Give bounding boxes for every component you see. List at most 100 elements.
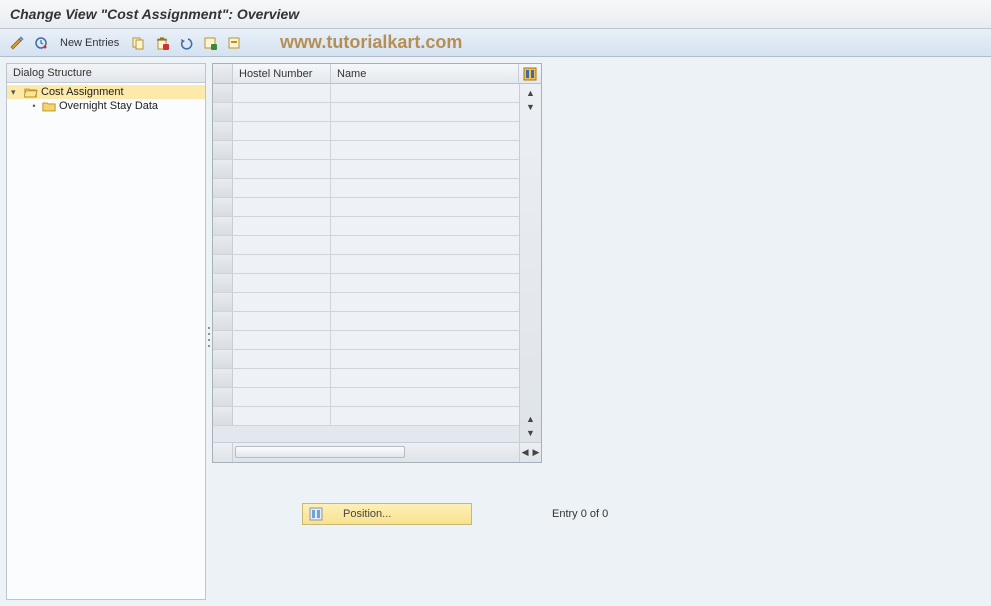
entry-status: Entry 0 of 0	[552, 508, 608, 520]
table-row[interactable]	[213, 274, 519, 293]
row-selector[interactable]	[213, 217, 233, 235]
table-row[interactable]	[213, 312, 519, 331]
cell-name[interactable]	[331, 103, 519, 121]
row-selector[interactable]	[213, 369, 233, 387]
table-row[interactable]	[213, 331, 519, 350]
table-row[interactable]	[213, 236, 519, 255]
row-selector[interactable]	[213, 122, 233, 140]
deselect-all-icon[interactable]	[225, 34, 243, 52]
expand-collapse-icon[interactable]: ▾	[11, 87, 21, 98]
tree-item-cost-assignment[interactable]: ▾ Cost Assignment	[7, 85, 205, 99]
cell-name[interactable]	[331, 388, 519, 406]
cell-name[interactable]	[331, 217, 519, 235]
tree-item-label: Cost Assignment	[41, 86, 124, 98]
cell-name[interactable]	[331, 141, 519, 159]
cell-hostel-number[interactable]	[233, 369, 331, 387]
hscroll-thumb[interactable]	[235, 446, 405, 458]
copy-icon[interactable]	[129, 34, 147, 52]
cell-hostel-number[interactable]	[233, 179, 331, 197]
row-selector[interactable]	[213, 331, 233, 349]
row-selector[interactable]	[213, 236, 233, 254]
cell-name[interactable]	[331, 160, 519, 178]
cell-hostel-number[interactable]	[233, 141, 331, 159]
horizontal-scrollbar[interactable]: ◀ ▶	[213, 442, 541, 462]
table-row[interactable]	[213, 293, 519, 312]
scroll-up2-icon[interactable]: ▲	[524, 412, 538, 426]
cell-name[interactable]	[331, 407, 519, 425]
table-row[interactable]	[213, 122, 519, 141]
table-row[interactable]	[213, 350, 519, 369]
cell-hostel-number[interactable]	[233, 388, 331, 406]
table-row[interactable]	[213, 255, 519, 274]
scroll-left-icon[interactable]: ◀	[520, 447, 531, 458]
table-row[interactable]	[213, 407, 519, 426]
cell-name[interactable]	[331, 179, 519, 197]
cell-hostel-number[interactable]	[233, 274, 331, 292]
row-selector[interactable]	[213, 103, 233, 121]
cell-hostel-number[interactable]	[233, 255, 331, 273]
cell-name[interactable]	[331, 198, 519, 216]
table-settings-icon[interactable]	[519, 64, 541, 83]
cell-name[interactable]	[331, 331, 519, 349]
row-selector[interactable]	[213, 350, 233, 368]
cell-name[interactable]	[331, 255, 519, 273]
cell-name[interactable]	[331, 236, 519, 254]
cell-name[interactable]	[331, 312, 519, 330]
cell-name[interactable]	[331, 369, 519, 387]
cell-hostel-number[interactable]	[233, 350, 331, 368]
scroll-down-icon[interactable]: ▼	[524, 100, 538, 114]
new-entries-button[interactable]: New Entries	[56, 37, 123, 49]
undo-change-icon[interactable]	[177, 34, 195, 52]
delete-icon[interactable]	[153, 34, 171, 52]
row-selector[interactable]	[213, 84, 233, 102]
table-row[interactable]	[213, 179, 519, 198]
toggle-display-change-icon[interactable]	[8, 34, 26, 52]
row-selector[interactable]	[213, 255, 233, 273]
row-selector[interactable]	[213, 141, 233, 159]
cell-hostel-number[interactable]	[233, 236, 331, 254]
cell-name[interactable]	[331, 293, 519, 311]
scroll-down2-icon[interactable]: ▼	[524, 426, 538, 440]
row-selector[interactable]	[213, 293, 233, 311]
row-selector[interactable]	[213, 407, 233, 425]
cell-name[interactable]	[331, 274, 519, 292]
position-button[interactable]: Position...	[302, 503, 472, 525]
cell-hostel-number[interactable]	[233, 198, 331, 216]
other-entry-icon[interactable]	[32, 34, 50, 52]
cell-hostel-number[interactable]	[233, 160, 331, 178]
cell-name[interactable]	[331, 122, 519, 140]
table-row[interactable]	[213, 84, 519, 103]
table-row[interactable]	[213, 369, 519, 388]
cell-hostel-number[interactable]	[233, 122, 331, 140]
cell-hostel-number[interactable]	[233, 84, 331, 102]
cell-hostel-number[interactable]	[233, 407, 331, 425]
table-row[interactable]	[213, 217, 519, 236]
column-header-name[interactable]: Name	[331, 64, 519, 83]
tree-item-overnight-stay[interactable]: • Overnight Stay Data	[7, 99, 205, 113]
column-header-hostel-number[interactable]: Hostel Number	[233, 64, 331, 83]
select-all-icon[interactable]	[201, 34, 219, 52]
scroll-right-icon[interactable]: ▶	[531, 447, 542, 458]
vertical-scrollbar[interactable]: ▲ ▼ ▲ ▼	[519, 84, 541, 442]
cell-name[interactable]	[331, 350, 519, 368]
cell-hostel-number[interactable]	[233, 331, 331, 349]
table-row[interactable]	[213, 160, 519, 179]
row-selector[interactable]	[213, 198, 233, 216]
table-row[interactable]	[213, 141, 519, 160]
table-row[interactable]	[213, 103, 519, 122]
row-selector[interactable]	[213, 160, 233, 178]
cell-name[interactable]	[331, 84, 519, 102]
cell-hostel-number[interactable]	[233, 312, 331, 330]
table-row[interactable]	[213, 388, 519, 407]
scroll-up-icon[interactable]: ▲	[524, 86, 538, 100]
row-selector[interactable]	[213, 388, 233, 406]
row-selector[interactable]	[213, 312, 233, 330]
select-all-column-header[interactable]	[213, 64, 233, 83]
row-selector[interactable]	[213, 179, 233, 197]
row-selector[interactable]	[213, 274, 233, 292]
cell-hostel-number[interactable]	[233, 293, 331, 311]
cell-hostel-number[interactable]	[233, 103, 331, 121]
splitter-handle[interactable]	[208, 327, 214, 347]
cell-hostel-number[interactable]	[233, 217, 331, 235]
table-row[interactable]	[213, 198, 519, 217]
